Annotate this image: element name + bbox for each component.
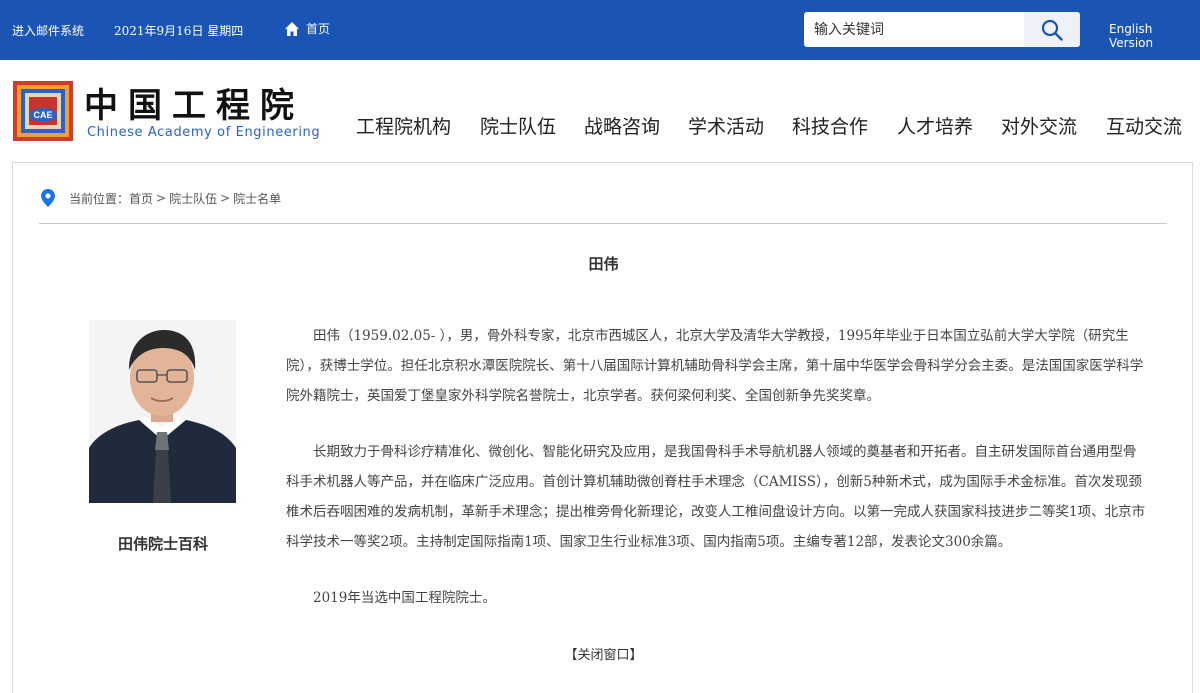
breadcrumb-separator: > [156, 191, 167, 205]
portrait-illustration [89, 320, 236, 503]
home-link[interactable]: 首页 [284, 20, 330, 37]
breadcrumb-list[interactable]: 院士名单 [233, 190, 281, 207]
nav-item-strategy[interactable]: 战略咨询 [584, 112, 660, 139]
mail-system-link[interactable]: 进入邮件系统 [12, 22, 84, 39]
nav-item-interaction[interactable]: 互动交流 [1106, 112, 1182, 139]
cae-logo-emblem[interactable]: CAE [13, 81, 73, 141]
search-box [804, 12, 1080, 47]
main-nav: 工程院机构 院士队伍 战略咨询 学术活动 科技合作 人才培养 对外交流 互动交流 [356, 112, 1186, 138]
home-icon [285, 21, 299, 36]
portrait-photo [89, 320, 236, 503]
page-title: 田伟 [588, 255, 619, 273]
bio-paragraph: 田伟（1959.02.05- ），男，骨外科专家，北京市西城区人，北京大学及清华… [286, 328, 1144, 404]
breadcrumb-prefix: 当前位置： [69, 191, 130, 206]
search-icon [1041, 19, 1063, 41]
content-panel: 当前位置： 首页 > 院士队伍 > 院士名单 田伟 田伟院士百科 田伟（1959… [12, 162, 1193, 693]
location-pin-icon [41, 189, 55, 207]
nav-item-academicians[interactable]: 院士队伍 [480, 112, 556, 139]
breadcrumb-separator: > [220, 191, 231, 205]
nav-item-talent[interactable]: 人才培养 [897, 112, 973, 139]
breadcrumb-home[interactable]: 首页 [129, 190, 153, 207]
bio-paragraph: 2019年当选中国工程院院士。 [313, 590, 496, 606]
search-input[interactable] [814, 18, 1014, 41]
search-button[interactable] [1024, 12, 1080, 47]
logo-chinese-text: 中国工程院 [84, 86, 304, 126]
logo-badge-text: CAE [33, 110, 52, 120]
bio-paragraph: 长期致力于骨科诊疗精准化、微创化、智能化研究及应用，是我国骨科手术导航机器人领域… [286, 444, 1146, 550]
current-date: 2021年9月16日 星期四 [114, 24, 244, 38]
top-bar: 进入邮件系统 2021年9月16日 星期四 首页 English Version [0, 0, 1200, 60]
nav-item-cooperation[interactable]: 科技合作 [792, 112, 868, 139]
nav-item-academic[interactable]: 学术活动 [688, 112, 764, 139]
nav-item-institutions[interactable]: 工程院机构 [356, 112, 451, 139]
breadcrumb-academicians[interactable]: 院士队伍 [169, 190, 217, 207]
logo-english-text: Chinese Academy of Engineering [87, 125, 321, 140]
nav-item-exchange[interactable]: 对外交流 [1001, 112, 1077, 139]
biography: 田伟（1959.02.05- ），男，骨外科专家，北京市西城区人，北京大学及清华… [286, 321, 1146, 639]
english-version-link[interactable]: English Version [1109, 22, 1200, 50]
breadcrumb-divider [39, 223, 1167, 224]
wiki-link[interactable]: 田伟院士百科 [73, 533, 253, 554]
site-header: CAE 中国工程院 Chinese Academy of Engineering… [0, 60, 1200, 162]
close-window-link[interactable]: 【关闭窗口】 [13, 644, 1194, 663]
breadcrumb: 当前位置： 首页 > 院士队伍 > 院士名单 [41, 189, 281, 207]
home-label: 首页 [306, 22, 331, 36]
